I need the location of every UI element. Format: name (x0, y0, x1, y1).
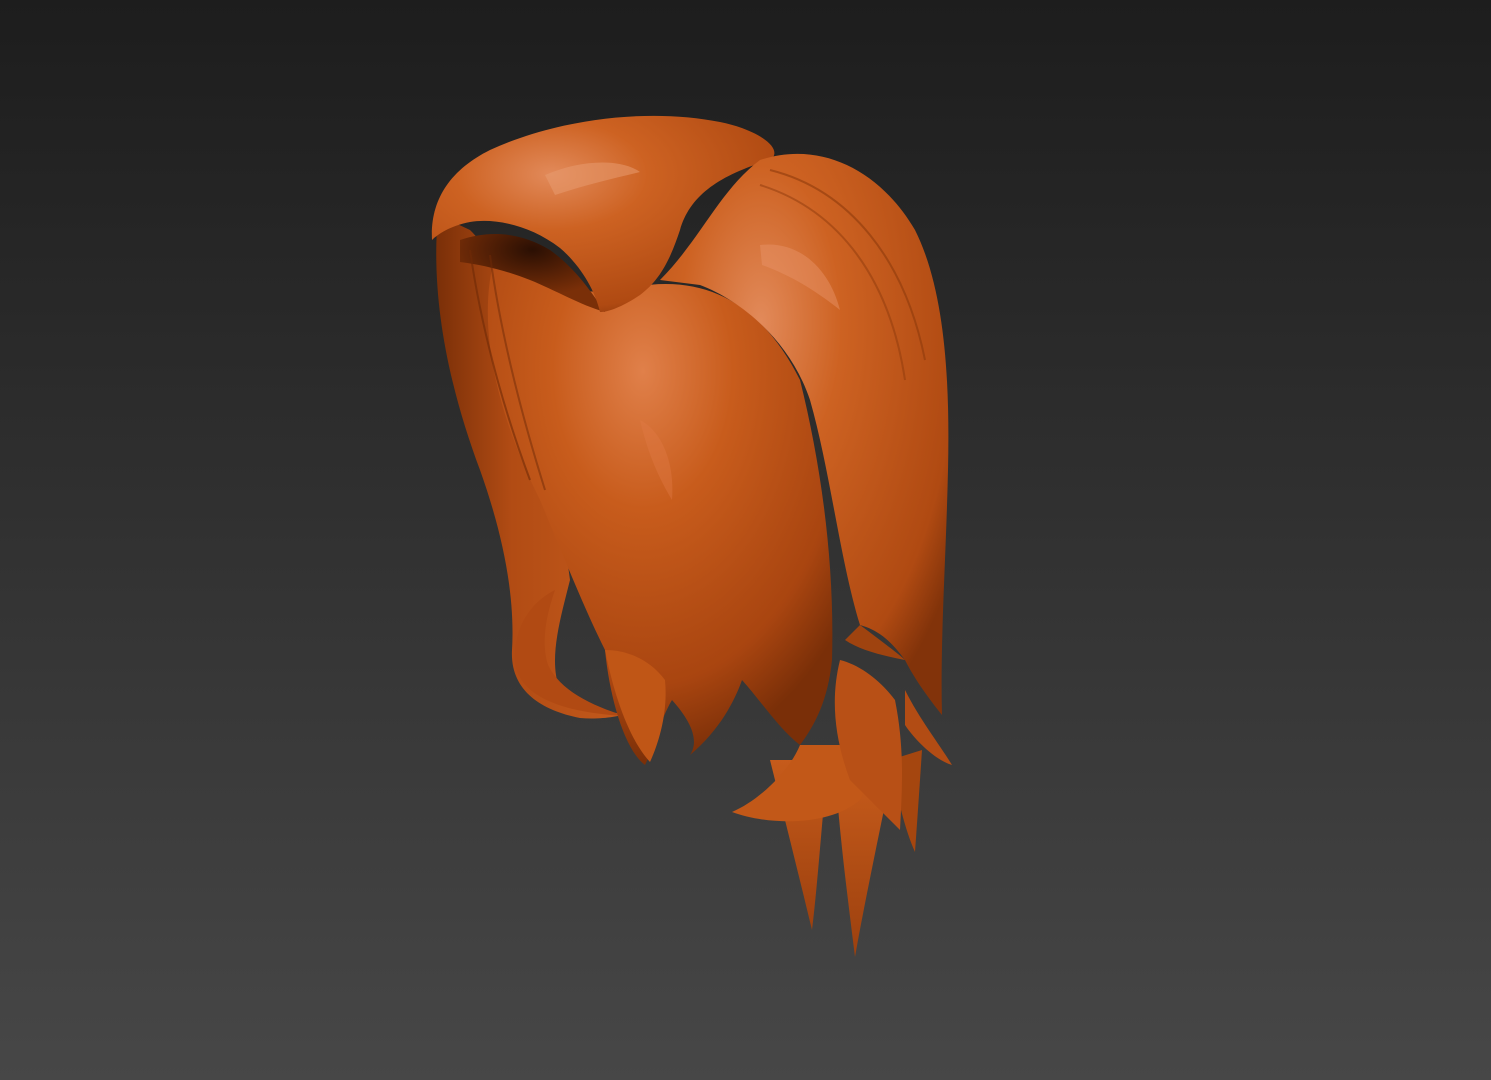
hair-model[interactable] (0, 0, 1491, 1080)
3d-viewport[interactable] (0, 0, 1491, 1080)
